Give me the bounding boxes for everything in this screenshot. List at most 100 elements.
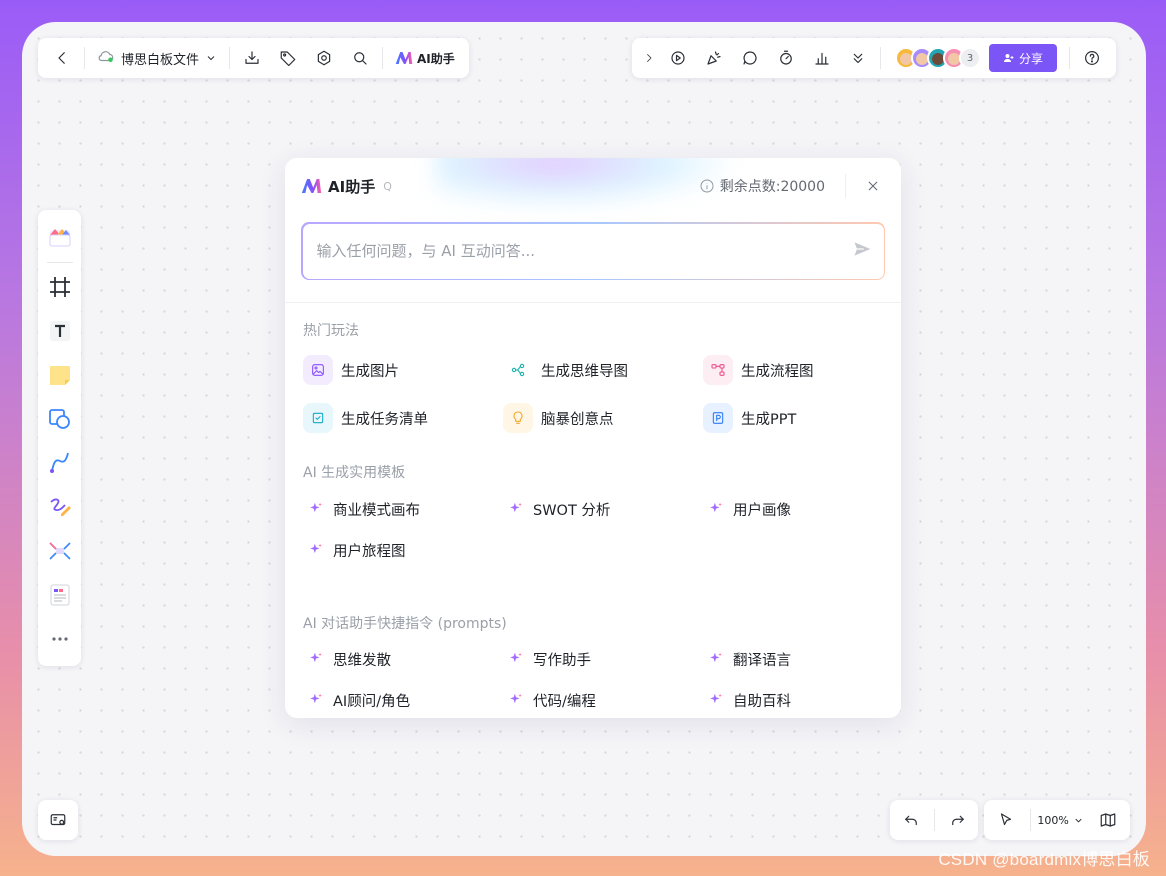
ai-assistant-button[interactable]: AI助手 — [387, 50, 463, 67]
points-remaining: 剩余点数:20000 — [699, 176, 825, 196]
more-tools[interactable] — [38, 617, 81, 661]
prompt-label: 自助百科 — [733, 694, 791, 710]
download-icon — [245, 51, 259, 64]
feature-label: 生成思维导图 — [541, 363, 628, 380]
section-label-templates: AI 生成实用模板 — [303, 465, 406, 481]
settings-button[interactable] — [306, 40, 342, 76]
template-label: SWOT 分析 — [533, 503, 611, 519]
help-button[interactable] — [1074, 40, 1110, 76]
add-user-icon — [1004, 54, 1014, 62]
redo-button[interactable] — [940, 802, 976, 838]
zoom-level: 100% — [1037, 813, 1069, 827]
minimap-icon — [50, 814, 66, 826]
party-popper-icon — [707, 51, 721, 65]
prompt-label: 代码/编程 — [533, 694, 596, 710]
prompt-item[interactable]: 翻译语言 — [703, 639, 901, 680]
send-button[interactable] — [852, 239, 872, 263]
close-button[interactable] — [845, 174, 885, 198]
search-button[interactable] — [342, 40, 378, 76]
celebrate-button[interactable] — [696, 40, 732, 76]
frame-tool[interactable] — [38, 265, 81, 309]
undo-icon — [904, 815, 917, 826]
sparkle-icon — [509, 501, 523, 519]
top-left-toolbar: 博思白板文件 AI助手 — [38, 38, 469, 78]
mind-map-tool[interactable] — [38, 529, 81, 573]
select-tool-button[interactable] — [988, 802, 1024, 838]
text-tool[interactable] — [38, 309, 81, 353]
sticky-note-tool[interactable] — [38, 353, 81, 397]
redo-icon — [951, 815, 964, 826]
prompt-item[interactable]: 写作助手 — [503, 639, 703, 680]
prompt-item[interactable]: 自助百科 — [703, 680, 901, 718]
comment-button[interactable] — [732, 40, 768, 76]
view-controls: 100% — [984, 800, 1130, 840]
double-chevron-down-icon — [853, 53, 863, 64]
brainstorm-item[interactable]: 脑暴创意点 — [503, 394, 703, 442]
question-input[interactable] — [316, 242, 852, 260]
sparkle-icon — [309, 692, 323, 710]
tag-button[interactable] — [270, 40, 306, 76]
whiteboard-canvas[interactable]: 博思白板文件 AI助手 3 分享 100% AI助手 Q 剩余点数:20000 … — [22, 22, 1146, 856]
share-label: 分享 — [1019, 51, 1044, 66]
sparkle-icon — [309, 651, 323, 669]
share-button[interactable]: 分享 — [989, 44, 1058, 72]
ai-assistant-label: AI助手 — [417, 51, 455, 66]
feature-label: 脑暴创意点 — [541, 411, 614, 428]
template-item[interactable]: SWOT 分析 — [503, 489, 703, 530]
table-tool[interactable] — [38, 573, 81, 617]
help-icon — [1085, 51, 1099, 65]
generate-flowchart-item[interactable]: 生成流程图 — [703, 346, 901, 394]
dialog-title: AI助手 — [328, 177, 376, 196]
prompt-item[interactable]: 思维发散 — [303, 639, 503, 680]
play-icon — [671, 51, 685, 65]
more-tools-button[interactable] — [840, 40, 876, 76]
document-title-menu[interactable]: 博思白板文件 — [89, 49, 225, 68]
generate-image-item[interactable]: 生成图片 — [303, 346, 503, 394]
undo-button[interactable] — [893, 802, 929, 838]
divider — [84, 47, 85, 69]
ai-logo-icon — [395, 52, 413, 64]
prompt-item[interactable]: AI顾问/角色 — [303, 680, 503, 718]
prompt-label: 写作助手 — [533, 653, 591, 669]
template-library-tool[interactable] — [38, 216, 81, 260]
back-button[interactable] — [44, 40, 80, 76]
timer-button[interactable] — [768, 40, 804, 76]
divider — [933, 809, 935, 831]
collapse-toolbar-button[interactable] — [638, 40, 660, 76]
question-input-box — [301, 222, 885, 280]
gear-icon — [317, 50, 331, 66]
divider — [382, 47, 384, 69]
map-view-button[interactable] — [1090, 802, 1126, 838]
export-button[interactable] — [234, 40, 270, 76]
image-icon — [303, 355, 333, 385]
template-item[interactable]: 商业模式画布 — [303, 489, 503, 530]
connector-tool[interactable] — [38, 441, 81, 485]
prompt-item[interactable]: 代码/编程 — [503, 680, 703, 718]
close-icon — [868, 181, 877, 191]
generate-mindmap-item[interactable]: 生成思维导图 — [503, 346, 703, 394]
collaborator-avatars[interactable]: 3 — [895, 47, 981, 69]
shortcut-hint: Q — [383, 179, 392, 193]
minimap-toggle[interactable] — [38, 800, 78, 840]
cursor-icon — [1000, 813, 1012, 826]
template-item[interactable]: 用户画像 — [703, 489, 901, 530]
templates-grid: 商业模式画布 SWOT 分析 用户画像 用户旅程图 — [303, 489, 901, 571]
shape-tool[interactable] — [38, 397, 81, 441]
zoom-dropdown[interactable]: 100% — [1037, 814, 1083, 827]
generate-ppt-item[interactable]: 生成PPT — [703, 394, 901, 442]
sparkle-icon — [309, 501, 323, 519]
sparkle-icon — [709, 692, 723, 710]
mind-map-icon — [48, 542, 71, 560]
pen-tool[interactable] — [38, 485, 81, 529]
present-button[interactable] — [660, 40, 696, 76]
ppt-icon — [703, 403, 733, 433]
more-dots-icon — [51, 637, 68, 641]
feature-label: 生成任务清单 — [341, 411, 428, 428]
template-item[interactable]: 用户旅程图 — [303, 530, 503, 571]
template-label: 用户画像 — [733, 503, 791, 519]
checklist-icon — [303, 403, 333, 433]
tag-icon — [280, 51, 296, 67]
generate-tasklist-item[interactable]: 生成任务清单 — [303, 394, 503, 442]
template-label: 用户旅程图 — [333, 544, 406, 560]
vote-button[interactable] — [804, 40, 840, 76]
